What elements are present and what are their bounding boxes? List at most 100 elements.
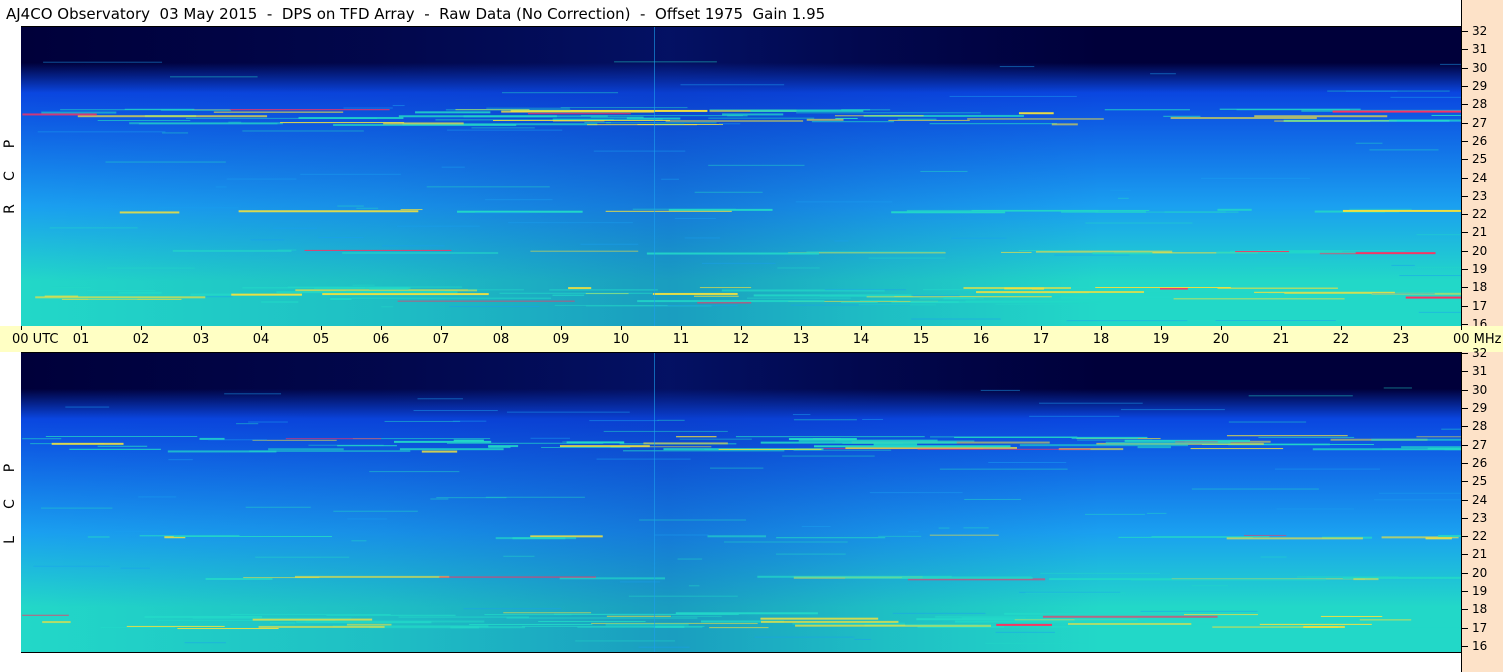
- emission-streak: [296, 621, 432, 624]
- frequency-tick-label: 27: [1472, 115, 1488, 130]
- emission-streak: [298, 117, 404, 120]
- spectrogram-image: [21, 27, 1461, 326]
- emission-streak: [552, 294, 585, 296]
- emission-streak: [605, 210, 732, 212]
- interference-line: [603, 430, 728, 432]
- emission-streak: [1320, 615, 1383, 617]
- interference-line: [381, 306, 394, 308]
- interference-line: [1066, 320, 1188, 322]
- frequency-tick: [1462, 499, 1468, 501]
- interference-line: [508, 222, 633, 224]
- emission-streak: [322, 293, 489, 296]
- interference-line: [792, 414, 811, 416]
- time-tick: [501, 326, 502, 330]
- emission-streak: [1235, 251, 1290, 253]
- frequency-tick: [1462, 609, 1468, 611]
- time-tick: [1281, 326, 1282, 330]
- lcp-label-strip: P C L: [0, 352, 20, 652]
- frequency-tick-label: 25: [1472, 474, 1488, 489]
- time-tick-label: 11: [672, 332, 690, 347]
- time-tick: [1221, 326, 1222, 330]
- time-tick-label: 19: [1152, 332, 1170, 347]
- frequency-tick-label: 30: [1472, 382, 1488, 397]
- emission-streak: [238, 210, 419, 213]
- interference-line: [1440, 63, 1461, 65]
- time-tick: [1341, 326, 1342, 330]
- emission-streak: [1173, 298, 1345, 300]
- frequency-tick: [1462, 536, 1468, 538]
- emission-streak: [1424, 294, 1461, 297]
- interference-line: [1200, 177, 1310, 179]
- emission-streak: [694, 295, 739, 297]
- emission-streak: [1042, 615, 1218, 618]
- emission-streak: [1190, 448, 1284, 450]
- frequency-tick: [1462, 572, 1468, 574]
- interference-line: [868, 257, 946, 259]
- emission-streak: [707, 535, 767, 538]
- emission-streak: [1437, 301, 1461, 303]
- interference-line: [441, 166, 465, 168]
- emission-streak: [439, 576, 596, 578]
- interference-line: [878, 535, 922, 537]
- emission-streak: [527, 113, 631, 115]
- frequency-tick-label: 23: [1472, 510, 1488, 525]
- emission-streak: [760, 617, 879, 620]
- interference-line: [33, 565, 110, 567]
- emission-streak: [1137, 446, 1171, 449]
- interference-line: [1077, 439, 1153, 441]
- interference-line: [562, 441, 594, 443]
- time-tick: [441, 326, 442, 330]
- emission-streak: [100, 627, 175, 629]
- frequency-tick: [1462, 122, 1468, 124]
- spectrogram-image: [21, 353, 1461, 652]
- emission-streak: [559, 577, 666, 580]
- emission-streak: [699, 287, 752, 289]
- frequency-tick-label: 18: [1472, 280, 1488, 295]
- interference-line: [105, 161, 226, 163]
- interference-line: [1418, 311, 1461, 313]
- interference-line: [347, 518, 388, 520]
- interference-line: [236, 423, 259, 425]
- interference-line: [963, 527, 989, 529]
- emission-streak: [160, 109, 232, 111]
- frequency-tick-label: 19: [1472, 262, 1488, 277]
- frequency-tick: [1462, 591, 1468, 593]
- emission-streak: [1184, 614, 1259, 616]
- emission-streak: [1254, 115, 1388, 118]
- emission-streak: [873, 443, 918, 446]
- time-tick-label: 14: [852, 332, 870, 347]
- interference-line: [120, 567, 150, 569]
- interference-line: [1274, 468, 1381, 470]
- frequency-tick: [1462, 444, 1468, 446]
- interference-line: [49, 227, 138, 229]
- emission-streak: [1405, 296, 1461, 299]
- interference-line: [614, 61, 717, 63]
- interference-line: [945, 301, 1051, 303]
- interference-line: [396, 225, 480, 227]
- interference-line: [638, 646, 690, 648]
- emission-streak: [190, 293, 236, 296]
- emission-streak: [1226, 537, 1363, 540]
- polarization-letter: P: [2, 463, 18, 473]
- frequency-tick-label: 30: [1472, 60, 1488, 75]
- interference-line: [708, 164, 805, 166]
- frequency-tick-label: 16: [1472, 639, 1488, 653]
- frequency-tick: [1462, 324, 1468, 325]
- interference-line: [1110, 189, 1131, 191]
- interference-line: [485, 199, 553, 201]
- interference-line: [1039, 402, 1143, 404]
- emission-streak: [1217, 287, 1338, 289]
- emission-streak: [1349, 208, 1412, 210]
- frequency-tick: [1462, 104, 1468, 106]
- interference-line: [138, 496, 177, 498]
- interference-line: [1355, 142, 1383, 144]
- interference-line: [1373, 499, 1461, 501]
- emission-streak: [77, 115, 268, 118]
- emission-streak: [917, 448, 1091, 450]
- time-tick: [1461, 326, 1462, 330]
- frequency-tick: [1462, 67, 1468, 69]
- emission-streak: [88, 298, 138, 300]
- emission-streak: [1353, 578, 1379, 581]
- interference-line: [1378, 492, 1461, 494]
- frequency-tick: [1462, 426, 1468, 428]
